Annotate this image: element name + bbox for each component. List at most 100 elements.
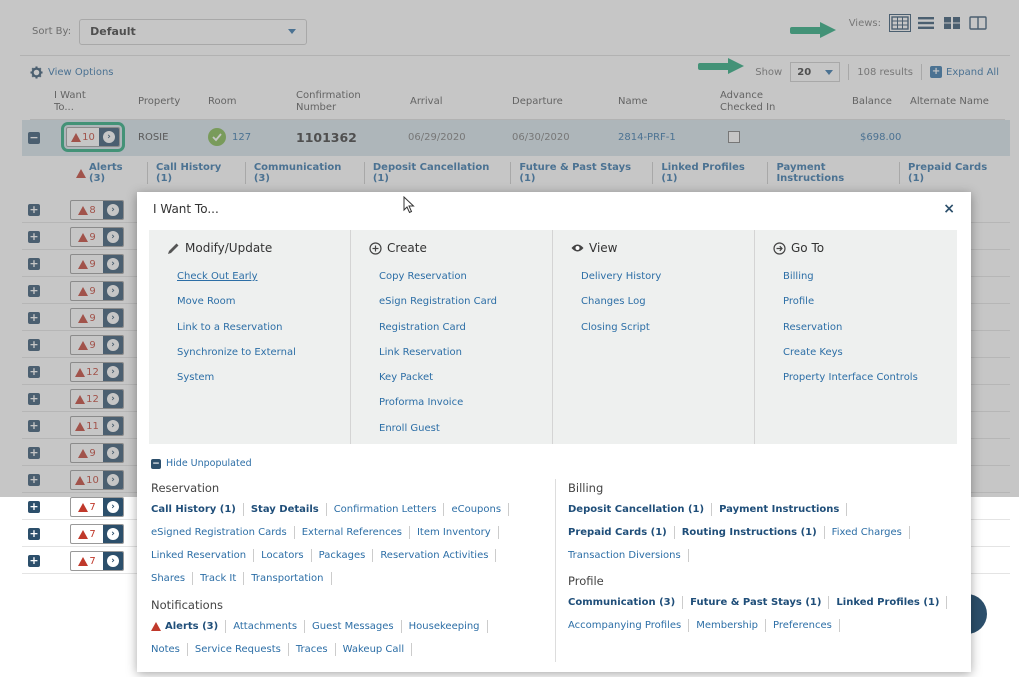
table-row-expanded[interactable]: − 10 › ROSIE 127 1101362 06/29/2020 06/3… — [22, 120, 1010, 156]
expand-row-icon[interactable]: + — [28, 339, 40, 351]
action-link[interactable]: Copy Reservation — [369, 264, 534, 289]
panel-link[interactable]: Confirmation Letters — [327, 503, 445, 516]
expand-row-icon[interactable]: + — [28, 312, 40, 324]
action-link[interactable]: Changes Log — [571, 289, 736, 314]
i-want-to-button[interactable]: 9 › — [70, 443, 124, 463]
action-link[interactable]: Closing Script — [571, 315, 736, 340]
column-header-departure[interactable]: Departure — [512, 84, 563, 120]
panel-link[interactable]: Stay Details — [244, 503, 327, 516]
panel-link[interactable]: Reservation Activities — [373, 549, 497, 562]
panel-link[interactable]: Notes — [151, 643, 188, 656]
expand-row-icon[interactable]: + — [28, 474, 40, 486]
action-link[interactable]: Link to a Reservation — [167, 315, 332, 340]
tab-future-past-stays[interactable]: Future & Past Stays (1) — [511, 162, 654, 184]
column-header-balance[interactable]: Balance — [852, 84, 892, 120]
panel-link[interactable]: Locators — [254, 549, 312, 562]
panel-link[interactable]: Service Requests — [188, 643, 289, 656]
column-header-confirmation-number[interactable]: Confirmation Number — [296, 84, 374, 120]
action-link[interactable]: Delivery History — [571, 264, 736, 289]
sort-by-select[interactable]: Default — [79, 18, 308, 45]
i-want-to-button[interactable]: 9 › — [70, 281, 124, 301]
panel-link[interactable]: Preferences — [766, 619, 840, 632]
expand-row-icon[interactable]: + — [28, 258, 40, 270]
i-want-to-button[interactable]: 7 › — [70, 524, 124, 544]
tab-linked-profiles[interactable]: Linked Profiles (1) — [653, 162, 769, 184]
cell-name[interactable]: 2814-PRF-1 — [618, 132, 676, 143]
close-icon[interactable]: × — [943, 201, 955, 217]
collapse-row-icon[interactable]: − — [28, 132, 40, 144]
column-header-i-want-to[interactable]: I Want To... — [54, 84, 102, 120]
cell-balance[interactable]: $698.00 — [860, 132, 901, 143]
action-link[interactable]: Move Room — [167, 289, 332, 314]
action-link[interactable]: Proforma Invoice — [369, 390, 534, 415]
expand-row-icon[interactable]: + — [28, 231, 40, 243]
i-want-to-button[interactable]: 9 › — [70, 227, 124, 247]
column-header-arrival[interactable]: Arrival — [410, 84, 443, 120]
panel-link[interactable]: Membership — [689, 619, 767, 632]
panel-link[interactable]: Accompanying Profiles — [568, 619, 690, 632]
panel-link[interactable]: Attachments — [226, 620, 306, 633]
advance-checked-in-checkbox[interactable] — [728, 131, 740, 143]
panel-link[interactable]: Shares — [151, 572, 194, 585]
panel-link[interactable]: Alerts (3) — [151, 620, 227, 633]
i-want-to-button[interactable]: 10 › — [61, 122, 125, 152]
action-link[interactable]: Billing — [773, 264, 939, 289]
panel-link[interactable]: Track It — [193, 572, 245, 585]
column-header-room[interactable]: Room — [208, 84, 236, 120]
action-link[interactable]: eSign Registration Card — [369, 289, 534, 314]
tab-alerts[interactable]: Alerts (3) — [68, 162, 149, 184]
column-header-alternate-name[interactable]: Alternate Name — [910, 84, 989, 120]
panel-link[interactable]: Guest Messages — [305, 620, 402, 633]
expand-row-icon[interactable]: + — [28, 420, 40, 432]
expand-row-icon[interactable]: + — [28, 366, 40, 378]
panel-link[interactable]: Prepaid Cards (1) — [568, 526, 675, 539]
expand-row-icon[interactable]: + — [28, 555, 40, 567]
show-count-select[interactable]: 20 — [790, 62, 841, 82]
column-header-name[interactable]: Name — [618, 84, 648, 120]
action-link[interactable]: Property Interface Controls — [773, 365, 939, 390]
panel-link[interactable]: Housekeeping — [402, 620, 488, 633]
i-want-to-button[interactable]: 10 › — [70, 470, 124, 490]
i-want-to-button[interactable]: 9 › — [70, 335, 124, 355]
tab-prepaid-cards[interactable]: Prepaid Cards (1) — [900, 162, 1010, 184]
tab-deposit-cancellation[interactable]: Deposit Cancellation (1) — [365, 162, 512, 184]
panel-link[interactable]: Linked Profiles (1) — [829, 596, 948, 609]
i-want-to-button[interactable]: 9 › — [70, 254, 124, 274]
i-want-to-button[interactable]: 9 › — [70, 308, 124, 328]
panel-link[interactable]: Call History (1) — [151, 503, 244, 516]
expand-row-icon[interactable]: + — [28, 501, 40, 513]
panel-link[interactable]: External References — [295, 526, 410, 539]
action-link[interactable]: Enroll Guest — [369, 416, 534, 441]
tab-call-history[interactable]: Call History (1) — [148, 162, 246, 184]
panel-link[interactable]: Item Inventory — [410, 526, 499, 539]
panel-link[interactable]: Routing Instructions (1) — [675, 526, 825, 539]
panel-link[interactable]: Transaction Diversions — [568, 549, 689, 562]
view-options-link[interactable]: View Options — [30, 66, 114, 79]
list-view-icon[interactable] — [915, 14, 937, 32]
action-link[interactable]: Synchronize to External System — [167, 340, 332, 391]
tab-communication[interactable]: Communication (3) — [246, 162, 365, 184]
action-link[interactable]: Key Packet — [369, 365, 534, 390]
panel-link[interactable]: Deposit Cancellation (1) — [568, 503, 713, 516]
hide-unpopulated-toggle[interactable]: − Hide Unpopulated — [151, 458, 252, 469]
action-link[interactable]: Link Reservation — [369, 340, 534, 365]
column-header-advance-checked-in[interactable]: Advance Checked In — [720, 84, 790, 120]
expand-row-icon[interactable]: + — [28, 204, 40, 216]
i-want-to-button[interactable]: 7 › — [70, 551, 124, 571]
i-want-to-button[interactable]: 12 › — [70, 362, 124, 382]
panel-link[interactable]: Packages — [312, 549, 374, 562]
expand-row-icon[interactable]: + — [28, 528, 40, 540]
action-link[interactable]: Reservation — [773, 315, 939, 340]
expand-row-icon[interactable]: + — [28, 285, 40, 297]
expand-row-icon[interactable]: + — [28, 447, 40, 459]
panel-link[interactable]: Payment Instructions — [712, 503, 848, 516]
panel-link[interactable]: eSigned Registration Cards — [151, 526, 295, 539]
panel-link[interactable]: Wakeup Call — [336, 643, 413, 656]
i-want-to-button[interactable]: 8 › — [70, 200, 124, 220]
panel-link[interactable]: Communication (3) — [568, 596, 684, 609]
panel-link[interactable]: eCoupons — [444, 503, 510, 516]
action-link[interactable]: Create Keys — [773, 340, 939, 365]
panel-link[interactable]: Linked Reservation — [151, 549, 255, 562]
panel-link[interactable]: Transportation — [244, 572, 332, 585]
action-link[interactable]: Profile — [773, 289, 939, 314]
